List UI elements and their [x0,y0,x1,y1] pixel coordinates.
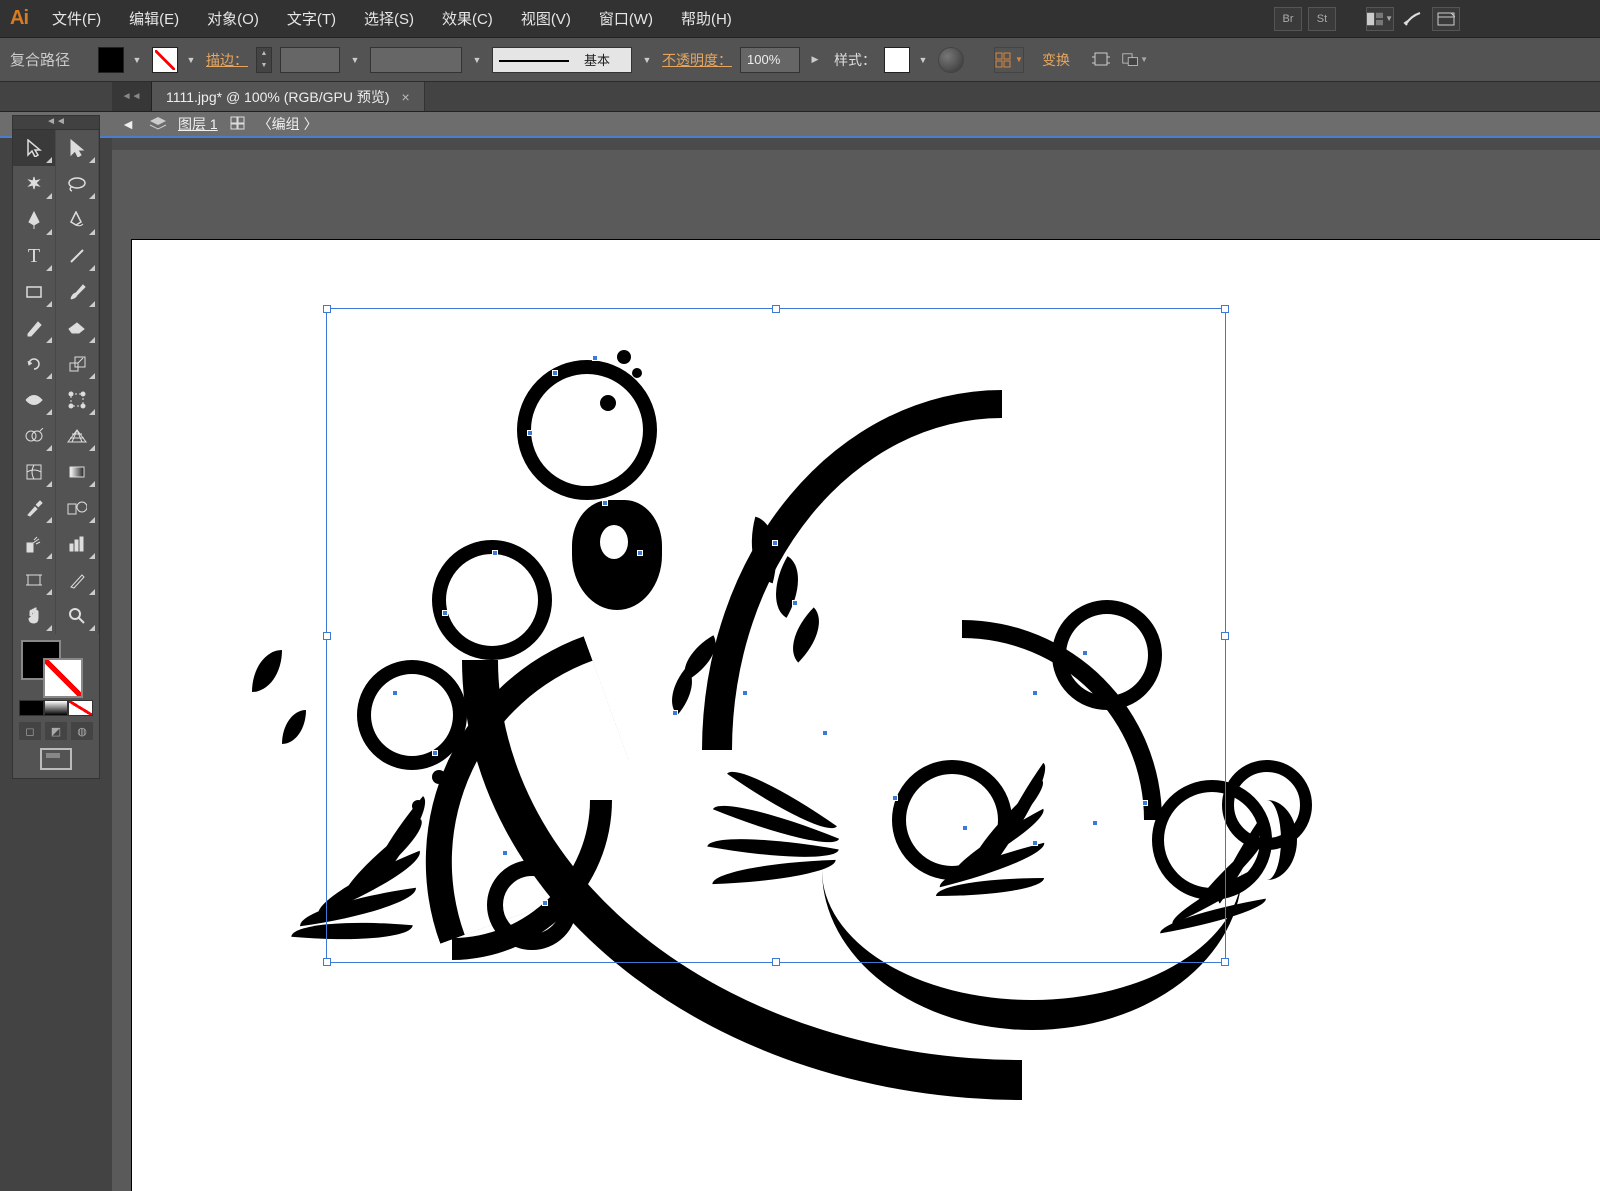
tool-panel: ◄◄ T [12,115,100,779]
shape-builder-tool[interactable] [13,418,56,454]
breadcrumb-layer[interactable]: 图层 1 [178,114,218,134]
menu-effect[interactable]: 效果(C) [428,0,507,37]
draw-inside-icon[interactable]: ◍ [71,722,93,740]
pen-tool[interactable] [13,202,56,238]
rotate-tool[interactable] [13,346,56,382]
handle-n[interactable] [772,305,780,313]
draw-behind-icon[interactable]: ◩ [45,722,67,740]
arrange-docs-button[interactable] [1432,7,1460,31]
stroke-indicator[interactable] [43,658,83,698]
rectangle-tool[interactable] [13,274,56,310]
isolate-button[interactable] [1088,47,1114,73]
type-tool[interactable]: T [13,238,56,274]
style-label: 样式： [834,50,876,70]
eraser-tool[interactable] [56,310,99,346]
stroke-label-link[interactable]: 描边： [206,50,248,70]
slice-tool[interactable] [56,562,99,598]
blend-tool[interactable] [56,490,99,526]
stroke-weight-dd[interactable]: ▼ [348,47,362,73]
selection-type-label: 复合路径 [10,49,70,70]
perspective-grid-tool[interactable] [56,418,99,454]
stock-button[interactable]: St [1308,7,1336,31]
isolation-breadcrumb: ◄ 图层 1 〈编组 〉 [0,112,1600,138]
brush-dd[interactable]: ▼ [640,47,654,73]
symbol-sprayer-tool[interactable] [13,526,56,562]
control-bar: 复合路径 ▼ ▼ 描边： ▲▼ ▼ ▼ 基本 ▼ 不透明度： 100% ▶ 样式… [0,38,1600,82]
workspace-switcher[interactable]: ▼ [1366,7,1394,31]
mesh-tool[interactable] [13,454,56,490]
handle-nw[interactable] [323,305,331,313]
handle-se[interactable] [1221,958,1229,966]
tab-panel-toggle[interactable]: ◄◄ [112,82,152,111]
menu-window[interactable]: 窗口(W) [585,0,667,37]
opacity-label-link[interactable]: 不透明度： [662,50,732,70]
color-mode-row[interactable] [13,698,99,718]
edit-clip-button[interactable]: ▼ [1122,47,1148,73]
breadcrumb-back-icon[interactable]: ◄ [118,116,138,132]
fill-swatch[interactable]: ▼ [98,47,144,73]
menu-help[interactable]: 帮助(H) [667,0,746,37]
breadcrumb-group: 〈编组 〉 [258,114,318,134]
tool-panel-collapse[interactable]: ◄◄ [13,116,99,130]
fill-stroke-indicator[interactable] [13,634,99,698]
free-transform-tool[interactable] [56,382,99,418]
variable-width-dd[interactable]: ▼ [470,47,484,73]
width-tool[interactable] [13,382,56,418]
column-graph-tool[interactable] [56,526,99,562]
artboard[interactable] [132,240,1600,1191]
bridge-button[interactable]: Br [1274,7,1302,31]
menu-type[interactable]: 文字(T) [273,0,350,37]
menu-bar: Ai 文件(F) 编辑(E) 对象(O) 文字(T) 选择(S) 效果(C) 视… [0,0,1600,38]
screen-mode-button[interactable] [40,748,72,770]
menu-select[interactable]: 选择(S) [350,0,428,37]
sync-icon[interactable] [1400,6,1426,32]
handle-w[interactable] [323,632,331,640]
magic-wand-tool[interactable] [13,166,56,202]
zoom-tool[interactable] [56,598,99,634]
graphic-style-swatch[interactable]: ▼ [884,47,930,73]
document-tab-title: 1111.jpg* @ 100% (RGB/GPU 预览) [166,87,390,107]
opacity-dd[interactable]: ▶ [808,47,822,73]
scale-tool[interactable] [56,346,99,382]
app-logo: Ai [0,0,38,38]
recolor-artwork-button[interactable] [938,47,964,73]
group-icon [228,116,248,133]
document-tab[interactable]: 1111.jpg* @ 100% (RGB/GPU 预览) × [152,82,425,111]
gradient-tool[interactable] [56,454,99,490]
direct-selection-tool[interactable] [56,130,99,166]
draw-normal-icon[interactable]: ◻ [19,722,41,740]
artboard-tool[interactable] [13,562,56,598]
handle-s[interactable] [772,958,780,966]
selection-bounding-box[interactable] [326,308,1226,963]
lasso-tool[interactable] [56,166,99,202]
menu-object[interactable]: 对象(O) [193,0,273,37]
stroke-swatch[interactable]: ▼ [152,47,198,73]
stroke-weight-input[interactable] [280,47,340,73]
close-tab-icon[interactable]: × [402,89,410,105]
opacity-input[interactable]: 100% [740,47,800,73]
brush-definition[interactable]: 基本 [492,47,632,73]
line-tool[interactable] [56,238,99,274]
variable-width-profile[interactable] [370,47,462,73]
transform-label-link[interactable]: 变换 [1042,50,1070,70]
hand-tool[interactable] [13,598,56,634]
selection-tool[interactable] [13,130,56,166]
handle-ne[interactable] [1221,305,1229,313]
menu-view[interactable]: 视图(V) [507,0,585,37]
align-panel-button[interactable]: ▼ [994,47,1024,73]
curvature-tool[interactable] [56,202,99,238]
pencil-tool[interactable] [13,310,56,346]
menu-edit[interactable]: 编辑(E) [115,0,193,37]
handle-e[interactable] [1221,632,1229,640]
layers-icon [148,116,168,133]
handle-sw[interactable] [323,958,331,966]
canvas[interactable] [112,150,1600,1191]
paintbrush-tool[interactable] [56,274,99,310]
document-tab-strip: ◄◄ 1111.jpg* @ 100% (RGB/GPU 预览) × [0,82,1600,112]
stroke-weight-stepper[interactable]: ▲▼ [256,47,272,73]
eyedropper-tool[interactable] [13,490,56,526]
menu-file[interactable]: 文件(F) [38,0,115,37]
